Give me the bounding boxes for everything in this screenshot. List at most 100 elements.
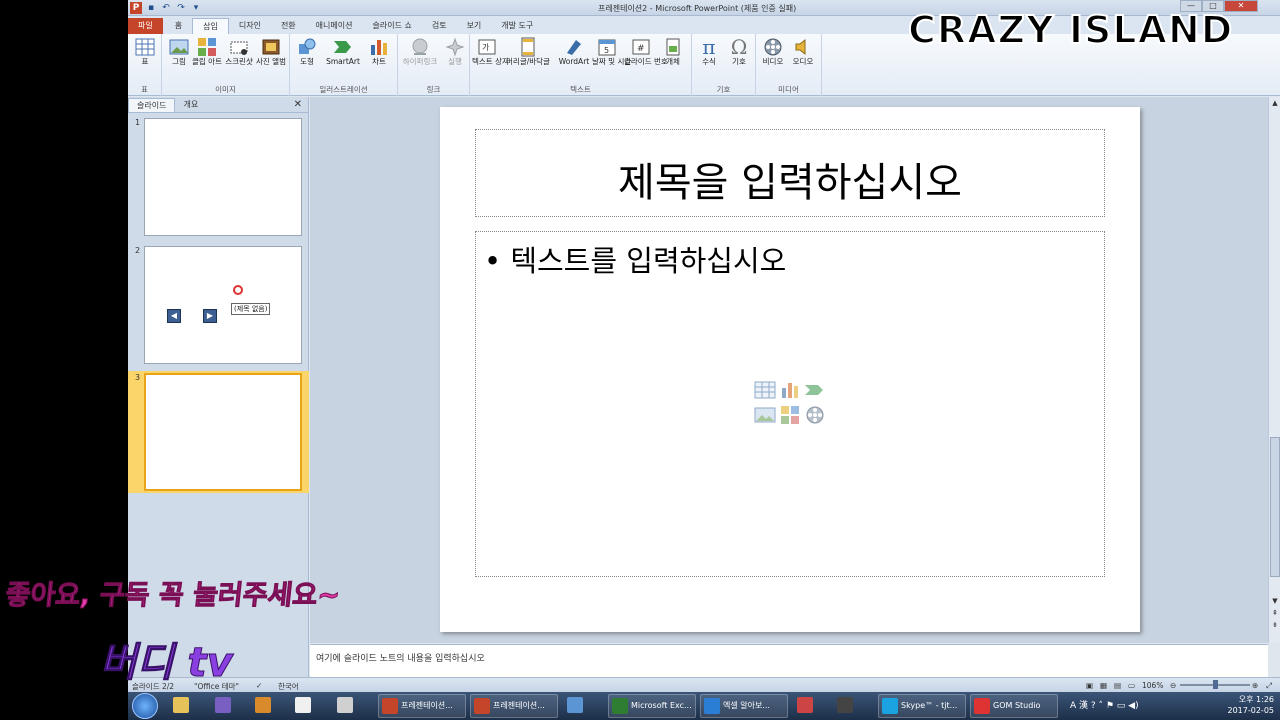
insert-table-icon[interactable] — [754, 380, 776, 400]
tab-insert[interactable]: 삽입 — [192, 18, 229, 34]
undo-icon[interactable]: ↶ — [160, 2, 172, 14]
fit-to-window-icon[interactable]: ⤢ — [1266, 681, 1272, 691]
hyperlink-button[interactable]: 하이퍼링크 — [400, 37, 440, 66]
slide-sorter-icon[interactable]: ▦ — [1100, 681, 1107, 690]
content-placeholder-text: • 텍스트를 입력하십시오 — [484, 244, 787, 278]
taskbar-item-browser[interactable]: 엑셀 알아보... — [700, 694, 788, 718]
panda2-app-pin-icon[interactable] — [334, 694, 364, 718]
video-button[interactable]: 비디오 — [758, 37, 788, 66]
reading-view-icon[interactable]: ▤ — [1114, 681, 1121, 690]
notes-placeholder: 여기에 슬라이드 노트의 내용을 입력하십시오 — [316, 654, 485, 664]
audio-button[interactable]: 오디오 — [788, 37, 818, 66]
next-slide-icon[interactable]: ⇟ — [1269, 621, 1280, 631]
shapes-button[interactable]: 도형 — [292, 37, 322, 66]
header-footer-button[interactable]: 머리글/바닥글 — [502, 37, 554, 66]
insert-picture-icon[interactable] — [754, 405, 776, 425]
normal-view-icon[interactable]: ▣ — [1086, 681, 1093, 690]
tab-animations[interactable]: 애니메이션 — [306, 18, 363, 34]
header-footer-icon — [521, 37, 535, 57]
symbol-button[interactable]: Ω 기호 — [724, 37, 754, 66]
redo-icon[interactable]: ↷ — [175, 2, 187, 14]
clock[interactable]: 오후 1:26 2017-02-05 — [1228, 694, 1275, 716]
save-icon[interactable]: ▪ — [145, 2, 157, 14]
tab-review[interactable]: 검토 — [422, 18, 457, 34]
slide-thumbnail-1[interactable]: 1 — [128, 116, 309, 238]
hyperlink-cursor-icon — [233, 285, 243, 295]
tab-transitions[interactable]: 전환 — [271, 18, 306, 34]
explorer-pin-icon[interactable] — [170, 694, 200, 718]
insert-smartart-icon[interactable] — [804, 380, 826, 400]
tab-design[interactable]: 디자인 — [229, 18, 271, 34]
start-button[interactable] — [132, 693, 158, 719]
tab-file[interactable]: 파일 — [128, 18, 163, 34]
datetime-button[interactable]: 5 날짜 및 시간 — [592, 37, 631, 66]
zoom-level[interactable]: 106% — [1142, 681, 1163, 690]
insert-clipart-icon[interactable] — [779, 405, 801, 425]
slide-editing-area: 제목을 입력하십시오 • 텍스트를 입력하십시오 — [310, 97, 1268, 643]
tab-home[interactable]: 홈 — [165, 18, 192, 34]
quick-access-toolbar: P ▪ ↶ ↷ ▾ — [130, 1, 202, 15]
wordart-button[interactable]: WordArt — [556, 37, 592, 66]
prev-arrow-icon[interactable]: ◀ — [167, 309, 181, 323]
spellcheck-icon[interactable]: ✓ — [256, 681, 262, 690]
powerpoint-app-icon[interactable]: P — [130, 2, 142, 14]
smartart-button[interactable]: SmartArt — [324, 37, 362, 66]
zoom-out-icon[interactable]: ⊖ — [1170, 681, 1176, 690]
insert-chart-icon[interactable] — [779, 380, 801, 400]
tab-outline[interactable]: 개요 — [175, 98, 206, 112]
action-button[interactable]: 실행 — [440, 37, 470, 66]
content-placeholder[interactable]: • 텍스트를 입력하십시오 — [475, 231, 1105, 577]
close-panel-icon[interactable]: ✕ — [294, 99, 302, 110]
app-pin-icon-2[interactable] — [794, 694, 824, 718]
tab-slideshow[interactable]: 슬라이드 쇼 — [362, 18, 421, 34]
omega-icon: Ω — [730, 35, 748, 59]
slide-thumbnail-3[interactable]: 3 — [128, 371, 309, 493]
pi-icon: π — [702, 35, 716, 59]
taskbar-item-powerpoint-2[interactable]: 프레젠테이션... — [470, 694, 558, 718]
slide-number-button[interactable]: # 슬라이드 번호 — [624, 37, 668, 66]
app-pin-icon-3[interactable] — [834, 694, 864, 718]
taskbar-item-gom-studio[interactable]: GOM Studio — [970, 694, 1058, 718]
zoom-slider-knob[interactable] — [1213, 680, 1218, 689]
thumbnail-image: ◀ ▶ (제목 없음) — [144, 246, 302, 364]
scroll-up-icon[interactable]: ▲ — [1269, 99, 1280, 109]
svg-text:#: # — [637, 44, 645, 54]
insert-media-icon[interactable] — [804, 405, 826, 425]
system-tray[interactable]: A 漢 ? ˄ ⚑ ▭ ◀) — [1070, 698, 1139, 711]
editor-pin-icon[interactable] — [564, 694, 594, 718]
slideshow-view-icon[interactable]: ▭ — [1128, 681, 1135, 690]
textbox-button[interactable]: 가 텍스트 상자 — [472, 37, 509, 66]
tab-slides[interactable]: 슬라이드 — [128, 98, 176, 112]
table-button[interactable]: 표 — [130, 37, 160, 66]
notes-pane[interactable]: 여기에 슬라이드 노트의 내용을 입력하십시오 — [310, 644, 1268, 677]
language[interactable]: 한국어 — [278, 681, 299, 692]
title-placeholder[interactable]: 제목을 입력하십시오 — [475, 129, 1105, 217]
group-label-illustrations: 일러스트레이션 — [319, 85, 368, 94]
zoom-in-icon[interactable]: ⊕ — [1252, 681, 1258, 690]
customize-qat-icon[interactable]: ▾ — [190, 2, 202, 14]
prev-slide-icon[interactable]: ⇞ — [1269, 609, 1280, 619]
media-player-pin-icon[interactable] — [252, 694, 282, 718]
clipart-button[interactable]: 클립 아트 — [192, 37, 222, 66]
chart-button[interactable]: 차트 — [364, 37, 394, 66]
zoom-slider[interactable] — [1180, 680, 1250, 689]
slide-thumbnail-2[interactable]: 2 ◀ ▶ (제목 없음) — [128, 244, 309, 366]
taskbar-item-excel[interactable]: Microsoft Exc... — [608, 694, 696, 718]
next-arrow-icon[interactable]: ▶ — [203, 309, 217, 323]
tab-developer[interactable]: 개발 도구 — [491, 18, 543, 34]
app-pin-icon[interactable] — [212, 694, 242, 718]
group-symbols: π 수식 Ω 기호 기호 — [692, 34, 756, 96]
taskbar-item-skype[interactable]: Skype™ - tjt... — [878, 694, 966, 718]
equation-button[interactable]: π 수식 — [694, 37, 724, 66]
photo-album-button[interactable]: 사진 앨범 — [256, 37, 286, 66]
picture-button[interactable]: 그림 — [164, 37, 194, 66]
tab-view[interactable]: 보기 — [457, 18, 492, 34]
scroll-down-icon[interactable]: ▼ — [1269, 597, 1280, 607]
panda-app-pin-icon[interactable] — [292, 694, 322, 718]
screenshot-button[interactable]: 스크린샷 — [224, 37, 254, 66]
taskbar-item-powerpoint-1[interactable]: 프레젠테이션... — [378, 694, 466, 718]
scroll-thumb[interactable] — [1270, 437, 1280, 577]
vertical-scrollbar[interactable]: ▲ ▼ ⇞ ⇟ — [1268, 97, 1280, 643]
object-button[interactable]: 개체 — [658, 37, 688, 66]
svg-text:가: 가 — [482, 43, 490, 52]
